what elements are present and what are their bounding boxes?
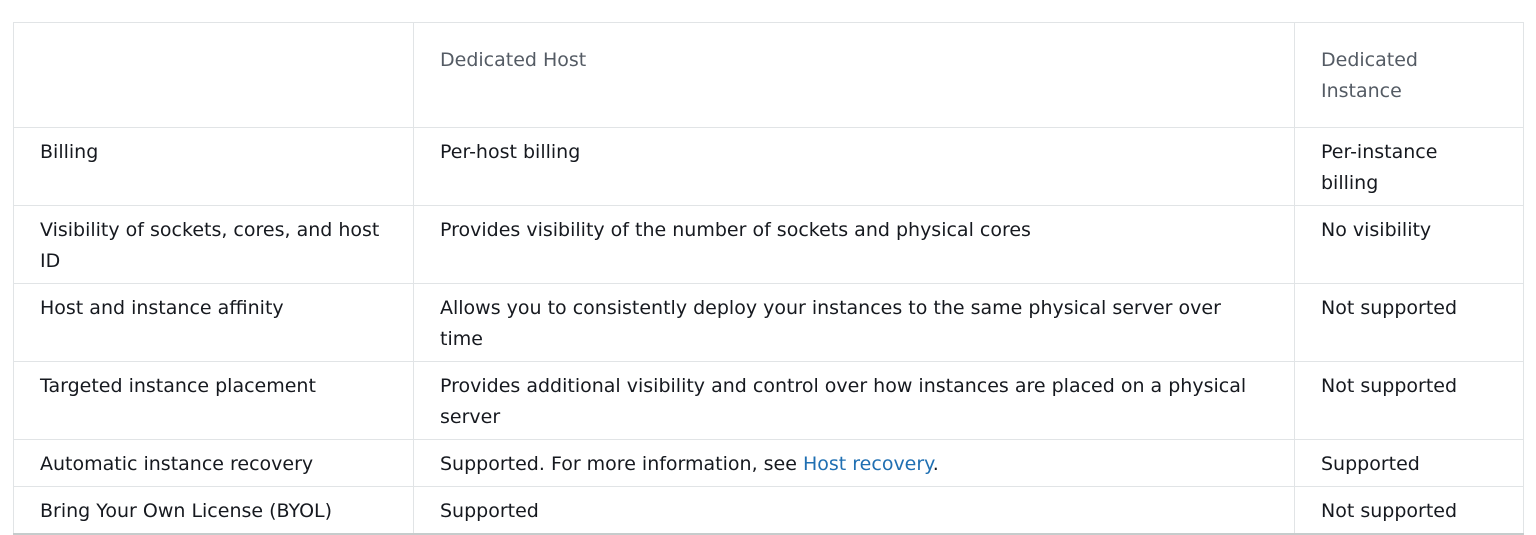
table-row: Visibility of sockets, cores, and host I… [13,205,1524,284]
feature-cell: Billing [13,127,414,206]
table-row: Targeted instance placement Provides add… [13,361,1524,440]
comparison-table-container: Dedicated Host Dedicated Instance Billin… [13,22,1524,535]
table-body: Billing Per-host billing Per-instance bi… [13,127,1524,535]
host-cell-prefix: Supported. For more information, see [440,453,803,475]
header-dedicated-instance: Dedicated Instance [1294,22,1524,128]
host-cell-suffix: . [932,453,939,475]
host-cell: Provides additional visibility and contr… [413,361,1295,440]
instance-cell: Per-instance billing [1294,127,1524,206]
table-row: Host and instance affinity Allows you to… [13,283,1524,362]
table-row: Billing Per-host billing Per-instance bi… [13,127,1524,206]
feature-cell: Visibility of sockets, cores, and host I… [13,205,414,284]
table-header: Dedicated Host Dedicated Instance [13,22,1524,128]
feature-cell: Automatic instance recovery [13,439,414,487]
instance-cell: Not supported [1294,361,1524,440]
host-cell: Supported. For more information, see Hos… [413,439,1295,487]
host-cell: Provides visibility of the number of soc… [413,205,1295,284]
host-cell: Allows you to consistently deploy your i… [413,283,1295,362]
header-dedicated-host: Dedicated Host [413,22,1295,128]
table-row: Automatic instance recovery Supported. F… [13,439,1524,487]
header-feature [13,22,414,128]
header-row: Dedicated Host Dedicated Instance [13,22,1524,128]
feature-cell: Host and instance affinity [13,283,414,362]
feature-cell: Targeted instance placement [13,361,414,440]
comparison-table: Dedicated Host Dedicated Instance Billin… [13,22,1524,535]
instance-cell: Supported [1294,439,1524,487]
host-recovery-link[interactable]: Host recovery [803,453,933,475]
host-cell: Per-host billing [413,127,1295,206]
instance-cell: Not supported [1294,283,1524,362]
instance-cell: No visibility [1294,205,1524,284]
